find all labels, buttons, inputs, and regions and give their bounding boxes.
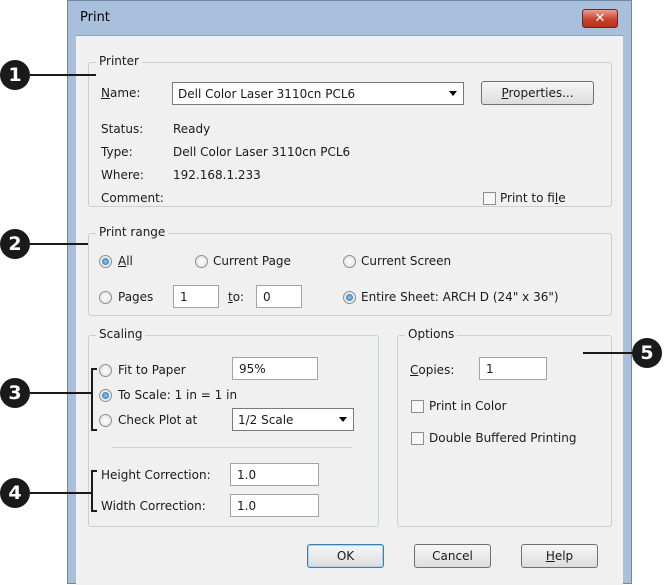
current-page-label[interactable]: Current Page xyxy=(213,254,291,268)
check-plot-label[interactable]: Check Plot at xyxy=(118,413,197,427)
check-plot-select[interactable]: 1/2 Scale xyxy=(232,408,354,431)
fit-to-paper-radio[interactable] xyxy=(99,364,112,377)
bracket-3-top xyxy=(91,368,97,370)
bracket-4 xyxy=(91,470,93,512)
comment-label: Comment: xyxy=(101,191,164,205)
callout-5: 5 xyxy=(632,338,662,368)
fit-to-paper-label[interactable]: Fit to Paper xyxy=(118,363,186,377)
double-buffered-label[interactable]: Double Buffered Printing xyxy=(429,431,576,445)
copies-input[interactable]: 1 xyxy=(479,357,547,380)
ok-button[interactable]: OK xyxy=(307,544,384,568)
leader-2 xyxy=(30,243,88,245)
print-dialog: Print ✕ Printer Name: Dell Color Laser 3… xyxy=(67,0,632,585)
pages-from-input[interactable]: 1 xyxy=(173,285,219,308)
name-label: Name: xyxy=(101,86,141,100)
width-correction-input[interactable]: 1.0 xyxy=(230,494,319,517)
print-to-file-label[interactable]: Print to file xyxy=(500,191,566,205)
current-screen-radio[interactable] xyxy=(343,255,356,268)
print-range-group: Print range All Current Page Current Scr… xyxy=(88,225,612,316)
leader-4 xyxy=(30,492,92,494)
options-group: Options Copies: 1 Print in Color Double … xyxy=(397,327,612,527)
bracket-4-bottom xyxy=(91,510,97,512)
window-title: Print xyxy=(80,10,110,25)
scaling-group: Scaling Fit to Paper 95% To Scale: 1 in … xyxy=(88,327,379,527)
bracket-4-top xyxy=(91,470,97,472)
check-plot-radio[interactable] xyxy=(99,414,112,427)
chevron-down-icon xyxy=(339,417,347,422)
all-label[interactable]: All xyxy=(118,254,133,268)
type-value: Dell Color Laser 3110cn PCL6 xyxy=(173,145,351,159)
all-radio[interactable] xyxy=(99,255,112,268)
scaling-divider xyxy=(112,447,352,448)
double-buffered-checkbox[interactable] xyxy=(411,432,424,445)
cancel-button[interactable]: Cancel xyxy=(414,544,491,568)
leader-3 xyxy=(30,392,92,394)
to-scale-radio[interactable] xyxy=(99,389,112,402)
scaling-group-title: Scaling xyxy=(96,327,146,341)
printer-name-value: Dell Color Laser 3110cn PCL6 xyxy=(178,87,356,101)
where-label: Where: xyxy=(101,168,144,182)
close-button[interactable]: ✕ xyxy=(582,9,618,28)
close-icon: ✕ xyxy=(594,11,606,26)
entire-sheet-label[interactable]: Entire Sheet: ARCH D (24" x 36") xyxy=(361,290,559,304)
where-value: 192.168.1.233 xyxy=(173,168,261,182)
leader-5 xyxy=(583,352,635,354)
height-correction-label: Height Correction: xyxy=(101,468,211,482)
dialog-client: Printer Name: Dell Color Laser 3110cn PC… xyxy=(76,35,623,585)
print-to-file-checkbox[interactable] xyxy=(483,192,496,205)
chevron-down-icon xyxy=(449,91,457,96)
print-in-color-label[interactable]: Print in Color xyxy=(429,399,507,413)
type-label: Type: xyxy=(101,145,133,159)
current-page-radio[interactable] xyxy=(195,255,208,268)
status-value: Ready xyxy=(173,122,211,136)
leader-1 xyxy=(30,74,96,76)
options-group-title: Options xyxy=(405,327,458,341)
properties-button[interactable]: Properties... xyxy=(481,81,594,105)
bracket-3 xyxy=(91,368,93,431)
fit-to-paper-input[interactable]: 95% xyxy=(232,357,318,380)
callout-2: 2 xyxy=(0,229,30,259)
callout-4: 4 xyxy=(0,478,30,508)
print-in-color-checkbox[interactable] xyxy=(411,400,424,413)
check-plot-value: 1/2 Scale xyxy=(238,413,294,427)
to-label: to: xyxy=(228,290,245,304)
printer-name-select[interactable]: Dell Color Laser 3110cn PCL6 xyxy=(172,82,464,105)
help-button[interactable]: Help xyxy=(521,544,598,568)
printer-group: Printer Name: Dell Color Laser 3110cn PC… xyxy=(88,54,612,207)
width-correction-label: Width Correction: xyxy=(101,499,206,513)
to-scale-label[interactable]: To Scale: 1 in = 1 in xyxy=(118,388,237,402)
pages-to-input[interactable]: 0 xyxy=(256,285,302,308)
title-bar[interactable]: Print ✕ xyxy=(68,1,631,35)
pages-label[interactable]: Pages xyxy=(118,290,153,304)
status-label: Status: xyxy=(101,122,144,136)
pages-radio[interactable] xyxy=(99,291,112,304)
printer-group-title: Printer xyxy=(96,54,142,68)
callout-1: 1 xyxy=(0,60,30,90)
entire-sheet-radio[interactable] xyxy=(343,291,356,304)
current-screen-label[interactable]: Current Screen xyxy=(361,254,451,268)
copies-label: Copies: xyxy=(410,363,455,377)
print-range-group-title: Print range xyxy=(96,225,169,239)
callout-3: 3 xyxy=(0,378,30,408)
bracket-3-bottom xyxy=(91,429,97,431)
height-correction-input[interactable]: 1.0 xyxy=(230,463,319,486)
